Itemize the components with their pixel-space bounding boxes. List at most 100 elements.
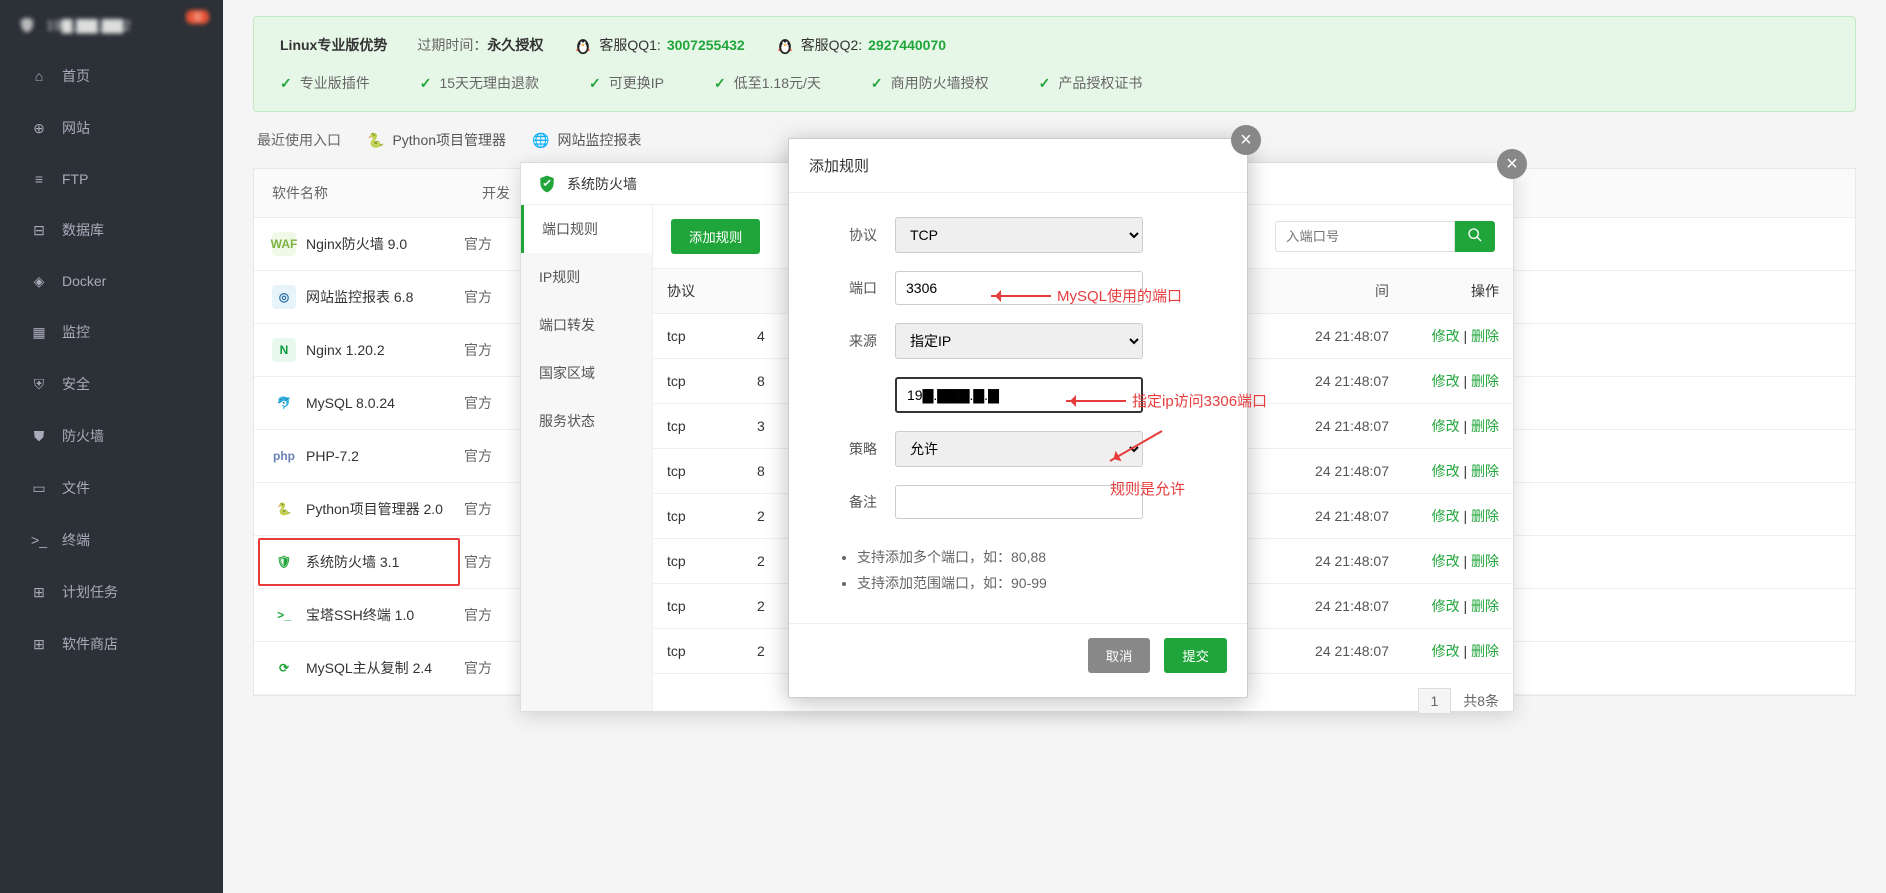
tips-list: 支持添加多个端口，如：80,88 支持添加范围端口，如：90-99 — [817, 537, 1219, 613]
sidebar-item-3[interactable]: ⊟数据库 — [0, 204, 223, 256]
nav-icon: ◈ — [30, 272, 48, 290]
edit-link[interactable]: 修改 — [1432, 463, 1460, 479]
search-button[interactable] — [1455, 221, 1495, 252]
delete-link[interactable]: 删除 — [1471, 508, 1499, 524]
sidebar-item-label: 安全 — [62, 374, 90, 394]
recent-plugin-python[interactable]: 🐍 Python项目管理器 — [367, 130, 506, 150]
cell-time: 24 21:48:07 — [1233, 631, 1403, 671]
delete-link[interactable]: 删除 — [1471, 373, 1499, 389]
cancel-button[interactable]: 取消 — [1088, 638, 1151, 673]
ip-input[interactable] — [895, 377, 1143, 413]
nav-icon: ⛊ — [30, 427, 48, 445]
page-number[interactable]: 1 — [1418, 688, 1452, 714]
software-icon: ⟳ — [272, 656, 296, 680]
edit-link[interactable]: 修改 — [1432, 418, 1460, 434]
nav-icon: ⌂ — [30, 67, 48, 85]
delete-link[interactable]: 删除 — [1471, 418, 1499, 434]
delete-link[interactable]: 删除 — [1471, 328, 1499, 344]
sidebar-item-7[interactable]: ⛊防火墙 — [0, 410, 223, 462]
cell-time: 24 21:48:07 — [1233, 451, 1403, 491]
cell-time: 24 21:48:07 — [1233, 406, 1403, 446]
sidebar-item-2[interactable]: ≡FTP — [0, 154, 223, 204]
feature-item: 15天无理由退款 — [420, 73, 539, 93]
sidebar-item-label: Docker — [62, 273, 106, 289]
software-icon: php — [272, 444, 296, 468]
col-name: 软件名称 — [254, 169, 464, 217]
close-icon[interactable]: × — [1497, 149, 1527, 179]
feature-item: 产品授权证书 — [1039, 73, 1143, 93]
firewall-tab[interactable]: 端口规则 — [521, 205, 652, 253]
shield-icon — [537, 173, 557, 195]
sidebar-item-label: 网站 — [62, 118, 90, 138]
delete-link[interactable]: 删除 — [1471, 553, 1499, 569]
cell-time: 24 21:48:07 — [1233, 586, 1403, 626]
firewall-tab[interactable]: 国家区域 — [521, 349, 652, 397]
edit-link[interactable]: 修改 — [1432, 373, 1460, 389]
sidebar-item-11[interactable]: ⊞ 软件商店 — [0, 618, 223, 670]
firewall-tab[interactable]: 服务状态 — [521, 397, 652, 445]
sidebar-item-6[interactable]: ⛨安全 — [0, 358, 223, 410]
nav-icon: ⊞ — [30, 583, 48, 601]
alert-count-badge[interactable]: 0 — [186, 10, 209, 24]
software-name: MySQL主从复制 2.4 — [306, 658, 432, 678]
sidebar-item-label: 数据库 — [62, 220, 104, 240]
policy-label: 策略 — [817, 439, 877, 459]
software-icon: >_ — [272, 603, 296, 627]
firewall-tab[interactable]: IP规则 — [521, 253, 652, 301]
recent-plugin-monitor[interactable]: 🌐 网站监控报表 — [532, 130, 641, 150]
penguin-icon — [573, 35, 593, 55]
feature-item: 低至1.18元/天 — [714, 73, 821, 93]
port-search-input[interactable] — [1275, 221, 1455, 252]
cell-protocol: tcp — [653, 406, 743, 446]
software-icon: 🛡 — [272, 550, 296, 574]
source-select[interactable]: 指定IP — [895, 323, 1143, 359]
software-icon: N — [272, 338, 296, 362]
cell-protocol: tcp — [653, 361, 743, 401]
sidebar-item-8[interactable]: ▭文件 — [0, 462, 223, 514]
shield-icon — [18, 14, 36, 36]
qq1-link[interactable]: 客服QQ1: 3007255432 — [573, 35, 744, 55]
port-input[interactable] — [895, 271, 1143, 305]
cell-time: 24 21:48:07 — [1233, 316, 1403, 356]
sidebar-item-1[interactable]: ⊕ 网站 — [0, 102, 223, 154]
nav-icon: >_ — [30, 531, 48, 549]
cell-protocol: tcp — [653, 316, 743, 356]
port-label: 端口 — [817, 278, 877, 298]
delete-link[interactable]: 删除 — [1471, 598, 1499, 614]
close-icon[interactable]: × — [1231, 125, 1261, 155]
qq2-link[interactable]: 客服QQ2: 2927440070 — [775, 35, 946, 55]
sidebar-item-label: 文件 — [62, 478, 90, 498]
sidebar-item-label: 软件商店 — [62, 634, 118, 654]
tip-item: 支持添加范围端口，如：90-99 — [857, 573, 1219, 593]
delete-link[interactable]: 删除 — [1471, 643, 1499, 659]
sidebar-item-9[interactable]: >_终端 — [0, 514, 223, 566]
sidebar-item-label: FTP — [62, 171, 88, 187]
software-name: MySQL 8.0.24 — [306, 395, 395, 411]
feature-item: 专业版插件 — [280, 73, 370, 93]
page-total: 共8条 — [1463, 693, 1499, 709]
feature-item: 可更换IP — [589, 73, 664, 93]
edit-link[interactable]: 修改 — [1432, 598, 1460, 614]
expire-value: 永久授权 — [487, 37, 543, 53]
dialog-title: 添加规则 — [789, 139, 1247, 193]
edit-link[interactable]: 修改 — [1432, 643, 1460, 659]
sidebar-item-10[interactable]: ⊞计划任务 — [0, 566, 223, 618]
firewall-tab[interactable]: 端口转发 — [521, 301, 652, 349]
sidebar-item-0[interactable]: ⌂首页 — [0, 50, 223, 102]
nav-icon: ⊕ — [30, 119, 48, 137]
expire-label: 过期时间： — [417, 37, 487, 53]
sidebar-item-5[interactable]: ▦监控 — [0, 306, 223, 358]
banner-title: Linux专业版优势 — [280, 35, 387, 55]
protocol-select[interactable]: TCP — [895, 217, 1143, 253]
submit-button[interactable]: 提交 — [1164, 638, 1227, 673]
edit-link[interactable]: 修改 — [1432, 508, 1460, 524]
policy-select[interactable]: 允许 — [895, 431, 1143, 467]
edit-link[interactable]: 修改 — [1432, 553, 1460, 569]
software-name: PHP-7.2 — [306, 448, 359, 464]
delete-link[interactable]: 删除 — [1471, 463, 1499, 479]
add-rule-button[interactable]: 添加规则 — [671, 219, 760, 254]
edit-link[interactable]: 修改 — [1432, 328, 1460, 344]
nav-icon: ⊞ — [30, 635, 48, 653]
remark-input[interactable] — [895, 485, 1143, 519]
sidebar-item-4[interactable]: ◈ Docker — [0, 256, 223, 306]
